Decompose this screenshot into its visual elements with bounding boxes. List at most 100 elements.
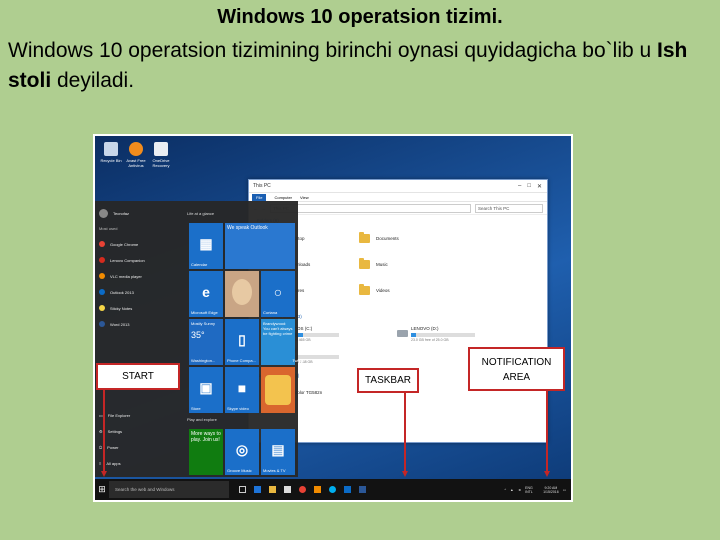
- calendar-icon: ▦: [199, 235, 213, 252]
- folder-icon: [359, 284, 370, 295]
- notification-area: ^ ▲ ◄ ENG INTL 9:20 AM 1/15/2016 ▭: [505, 486, 571, 494]
- tile-edge[interactable]: e Microsoft Edge: [189, 271, 223, 317]
- tile-candy-crush[interactable]: [261, 367, 295, 413]
- minimize-icon[interactable]: –: [518, 183, 521, 190]
- most-used-label: Most used: [99, 226, 118, 231]
- close-icon[interactable]: ✕: [537, 183, 542, 190]
- desktop-icon-avast[interactable]: Avast Free Antivirus: [124, 142, 148, 168]
- action-center-icon[interactable]: ▭: [563, 488, 566, 492]
- app-sticky-notes[interactable]: Sticky Notes: [99, 305, 132, 311]
- tile-cortana[interactable]: ○ Cortana: [261, 271, 295, 317]
- network-icon[interactable]: ▲: [510, 488, 513, 492]
- tile-calendar[interactable]: ▦ Calendar: [189, 223, 223, 269]
- outlook-icon[interactable]: [344, 486, 351, 493]
- tile-photo[interactable]: [225, 271, 259, 317]
- callout-start: START: [96, 363, 180, 390]
- windows-start-icon[interactable]: ⊞: [95, 479, 109, 500]
- onedrive-icon: [154, 142, 168, 156]
- photo-thumbnail: [232, 279, 252, 305]
- video-camera-icon: ■: [237, 379, 247, 396]
- callout-taskbar-arrow: [402, 471, 408, 477]
- ribbon-tab-file[interactable]: File: [252, 193, 267, 201]
- tile-phone-companion[interactable]: ▯ Phone Compa...: [225, 319, 259, 365]
- desktop-icon-recycle-bin[interactable]: Recycle Bin: [99, 142, 123, 163]
- power-link[interactable]: ⏻ Power: [99, 445, 119, 450]
- drive-usage-bar: [411, 333, 475, 337]
- address-bar[interactable]: This PC: [270, 203, 471, 213]
- desktop-icon-label: Recycle Bin: [100, 158, 122, 163]
- start-menu: Tecnofaz Most used Google Chrome Lenovo …: [95, 201, 304, 477]
- explorer-titlebar[interactable]: This PC – □ ✕: [249, 180, 547, 193]
- tile-movies-tv[interactable]: ▤ Movies & TV: [261, 429, 295, 475]
- recycle-bin-icon: [104, 142, 118, 156]
- callout-start-pointer: [103, 390, 105, 472]
- ribbon-tab-view[interactable]: View: [300, 195, 309, 200]
- outlook-icon: [99, 289, 105, 295]
- app-google-chrome[interactable]: Google Chrome: [99, 241, 138, 247]
- play-explore-header: Play and explore: [187, 417, 217, 422]
- candy-crush-icon: [265, 375, 291, 405]
- app-outlook[interactable]: Outlook 2013: [99, 289, 134, 295]
- taskbar-search-input[interactable]: Search the web and Windows: [109, 481, 229, 498]
- start-menu-tiles: Life at a glance ▦ Calendar We speak Outl…: [183, 201, 304, 477]
- callout-taskbar: TASKBAR: [357, 368, 419, 393]
- explorer-title: This PC: [253, 183, 271, 189]
- ribbon-tab-computer[interactable]: Computer: [274, 195, 292, 200]
- tile-outlook[interactable]: We speak Outlook: [225, 223, 295, 269]
- desktop-icon-onedrive[interactable]: OneDrive Recovery: [149, 142, 173, 168]
- life-at-glance-header: Life at a glance: [187, 211, 215, 216]
- music-disc-icon: ◎: [235, 441, 249, 458]
- edge-icon[interactable]: [254, 486, 261, 493]
- folder-icon[interactable]: [269, 486, 276, 493]
- tile-groove-music[interactable]: ◎ Groove Music: [225, 429, 259, 475]
- store-icon: ▣: [199, 379, 213, 396]
- app-word[interactable]: Word 2013: [99, 321, 130, 327]
- slide-text: Windows 10 operatsion tizimining birinch…: [8, 36, 714, 96]
- word-icon[interactable]: [359, 486, 366, 493]
- windows-desktop-screenshot: Recycle Bin Avast Free Antivirus OneDriv…: [93, 134, 573, 502]
- tile-xbox[interactable]: More ways to play. Join us!: [189, 429, 223, 475]
- avatar: [99, 209, 108, 218]
- drive-usage-fill: [411, 333, 417, 337]
- folder-item[interactable]: Music: [359, 258, 388, 269]
- chevron-up-icon[interactable]: ^: [505, 488, 507, 492]
- clock-time: 9:20 AM: [544, 485, 558, 490]
- avast-icon: [129, 142, 143, 156]
- drive-item[interactable]: LENOVO (D:) 23.0 GB free of 25.0 GB: [411, 326, 475, 342]
- taskbar-pinned-apps: [239, 486, 366, 493]
- tile-skype-video[interactable]: ■ Skype video: [225, 367, 259, 413]
- folder-item[interactable]: Videos: [359, 284, 390, 295]
- callout-notification-line2: AREA: [502, 372, 531, 383]
- word-icon: [99, 321, 105, 327]
- film-icon: ▤: [271, 441, 285, 458]
- tile-weather[interactable]: Mostly Sunny 35° Washington...: [189, 319, 223, 365]
- skype-icon[interactable]: [329, 486, 336, 493]
- volume-icon[interactable]: ◄: [518, 488, 521, 492]
- maximize-icon[interactable]: □: [527, 183, 531, 190]
- store-icon[interactable]: [284, 486, 291, 493]
- callout-notification-arrow: [544, 471, 550, 477]
- desktop-icon-label: OneDrive Recovery: [152, 158, 170, 168]
- folder-item[interactable]: Documents: [359, 232, 399, 243]
- vlc-icon: [99, 273, 105, 279]
- app-vlc[interactable]: VLC media player: [99, 273, 142, 279]
- slide-title: Windows 10 operatsion tizimi.: [217, 6, 503, 28]
- callout-notification-pointer: [546, 391, 548, 472]
- app-lenovo-companion[interactable]: Lenovo Companion: [99, 257, 145, 263]
- folder-icon: [359, 258, 370, 269]
- sticky-notes-icon: [99, 305, 105, 311]
- cortana-icon: ○: [273, 283, 283, 300]
- edge-icon: e: [202, 283, 210, 300]
- language-indicator[interactable]: ENG INTL: [525, 486, 539, 494]
- user-account[interactable]: Tecnofaz: [99, 209, 129, 218]
- search-input[interactable]: Search This PC: [475, 203, 543, 213]
- task-view-icon[interactable]: [239, 486, 246, 493]
- desktop-icon-label: Avast Free Antivirus: [126, 158, 146, 168]
- vlc-icon[interactable]: [314, 486, 321, 493]
- chrome-icon[interactable]: [299, 486, 306, 493]
- clock[interactable]: 9:20 AM 1/15/2016: [543, 486, 559, 494]
- slide-text-part2: deyiladi.: [51, 69, 135, 92]
- tile-store[interactable]: ▣ Store: [189, 367, 223, 413]
- tile-twitter[interactable]: Brandywood: You can't always be fighting…: [261, 319, 304, 365]
- callout-start-arrow: [101, 471, 107, 477]
